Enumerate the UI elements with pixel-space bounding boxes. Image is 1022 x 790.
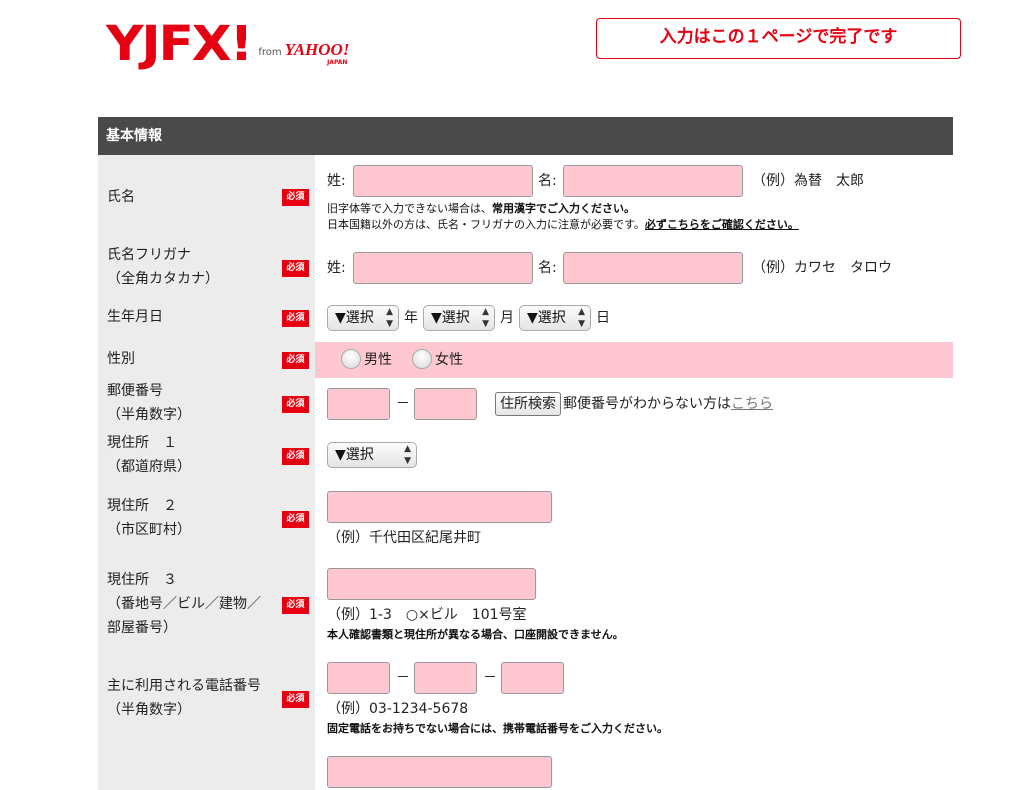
yahoo-logo: YAHOO! JAPAN: [284, 40, 350, 66]
required-badge: 必須: [282, 260, 309, 277]
phone-first-input[interactable]: [327, 662, 390, 694]
phone-third-input[interactable]: [501, 662, 564, 694]
birth-year-select[interactable]: ▼選択 ▲ ▼: [327, 305, 399, 331]
required-badge: 必須: [282, 448, 309, 465]
street-input[interactable]: [327, 568, 536, 600]
gender-label: 性別: [107, 351, 135, 367]
address3-example: （例）1-3 ○×ビル 101号室: [327, 607, 527, 623]
year-unit: 年: [404, 310, 418, 326]
birth-month-select[interactable]: ▼選択 ▲ ▼: [423, 305, 495, 331]
required-badge: 必須: [282, 189, 309, 206]
name-note-1: 旧字体等で入力できない場合は、常用漢字でご入力ください。: [327, 202, 635, 215]
name-example: （例）為替 太郎: [752, 173, 864, 189]
phone-note: 固定電話をお持ちでない場合には、携帯電話番号をご入力ください。: [327, 722, 668, 735]
prefecture-select[interactable]: ▼選択 ▲ ▼: [327, 442, 417, 468]
required-badge: 必須: [282, 691, 309, 708]
select-arrows-icon: ▲ ▼: [578, 307, 585, 329]
confirm-link[interactable]: 必ずこちらをご確認ください。: [645, 218, 799, 231]
logo-text: YJFX!: [106, 16, 253, 72]
postal-code-second-input[interactable]: [414, 388, 477, 420]
furigana-last-input[interactable]: [353, 252, 533, 284]
male-radio[interactable]: [341, 349, 361, 369]
next-field-input[interactable]: [327, 756, 552, 788]
postal-label: 郵便番号 （半角数字）: [107, 383, 191, 423]
furigana-last-prefix: 姓:: [327, 260, 346, 276]
section-title: 基本情報: [98, 117, 953, 155]
address2-label: 現住所 ２ （市区町村）: [107, 498, 191, 538]
one-page-banner: 入力はこの１ページで完了です: [596, 18, 961, 59]
address2-example: （例）千代田区紀尾井町: [327, 530, 481, 546]
required-badge: 必須: [282, 597, 309, 614]
female-label[interactable]: 女性: [435, 350, 463, 370]
phone-dash: －: [483, 670, 497, 686]
furigana-label: 氏名フリガナ （全角カタカナ）: [107, 247, 219, 287]
required-badge: 必須: [282, 396, 309, 413]
gender-row-highlight: [315, 342, 953, 378]
day-unit: 日: [596, 310, 610, 326]
name-note-2: 日本国籍以外の方は、氏名・フリガナの入力に注意が必要です。必ずこちらをご確認くだ…: [327, 218, 799, 231]
select-arrows-icon: ▲ ▼: [482, 307, 489, 329]
required-badge: 必須: [282, 310, 309, 327]
postal-code-first-input[interactable]: [327, 388, 390, 420]
phone-label: 主に利用される電話番号 （半角数字）: [107, 678, 261, 718]
address3-label: 現住所 ３ （番地号／ビル／建物／ 部屋番号）: [107, 572, 261, 636]
city-input[interactable]: [327, 491, 552, 523]
phone-second-input[interactable]: [414, 662, 477, 694]
address3-note: 本人確認書類と現住所が異なる場合、口座開設できません。: [327, 628, 624, 641]
furigana-first-prefix: 名:: [538, 260, 557, 276]
month-unit: 月: [500, 310, 514, 326]
birthdate-label: 生年月日: [107, 309, 163, 325]
phone-example: （例）03-1234-5678: [327, 701, 469, 717]
last-name-input[interactable]: [353, 165, 533, 197]
male-label[interactable]: 男性: [364, 350, 392, 370]
last-name-prefix: 姓:: [327, 173, 346, 189]
required-badge: 必須: [282, 352, 309, 369]
logo-from: from: [258, 47, 282, 58]
furigana-first-input[interactable]: [563, 252, 743, 284]
postal-dash: －: [396, 396, 410, 412]
furigana-example: （例）カワセ タロウ: [752, 260, 892, 276]
female-radio[interactable]: [412, 349, 432, 369]
address-search-button[interactable]: 住所検索: [495, 392, 561, 416]
first-name-input[interactable]: [563, 165, 743, 197]
name-label: 氏名: [107, 189, 135, 205]
postal-help-link[interactable]: こちら: [731, 396, 773, 412]
phone-dash: －: [396, 670, 410, 686]
select-arrows-icon: ▲ ▼: [386, 307, 393, 329]
address1-label: 現住所 １ （都道府県）: [107, 435, 191, 475]
yjfx-logo: YJFX! from YAHOO! JAPAN: [106, 16, 350, 72]
postal-help: 郵便番号がわからない方はこちら: [563, 396, 773, 412]
first-name-prefix: 名:: [538, 173, 557, 189]
select-arrows-icon: ▲ ▼: [404, 444, 411, 466]
birth-day-select[interactable]: ▼選択 ▲ ▼: [519, 305, 591, 331]
required-badge: 必須: [282, 511, 309, 528]
